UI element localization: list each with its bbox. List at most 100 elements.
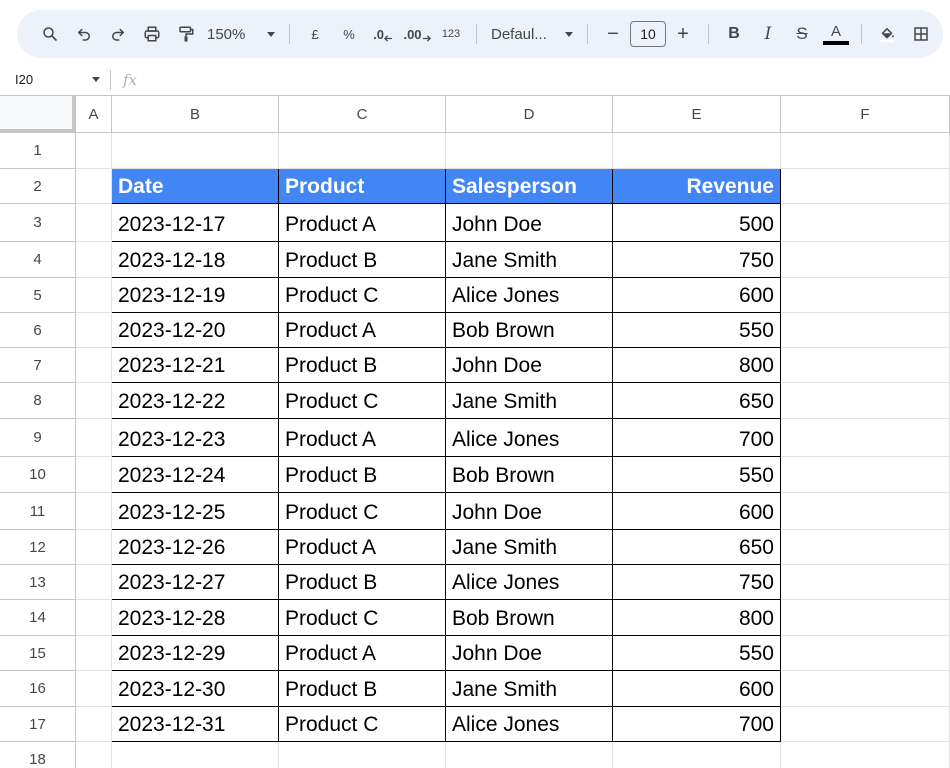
cell-a10[interactable] (76, 457, 112, 493)
cell-c12[interactable]: Product A (279, 530, 446, 565)
strikethrough-button[interactable]: S (785, 18, 819, 50)
increase-font-size-button[interactable]: + (666, 18, 700, 50)
cell-d5[interactable]: Alice Jones (446, 278, 613, 313)
cell-f4[interactable] (781, 242, 950, 278)
cell-c13[interactable]: Product B (279, 565, 446, 600)
zoom-select[interactable]: 150% (203, 18, 281, 50)
cell-e8[interactable]: 650 (613, 383, 781, 419)
cell-f10[interactable] (781, 457, 950, 493)
row-header-5[interactable]: 5 (0, 278, 76, 313)
cell-f15[interactable] (781, 636, 950, 671)
cell-d1[interactable] (446, 133, 613, 169)
more-formats-button[interactable]: 123 (434, 18, 468, 50)
cell-f6[interactable] (781, 313, 950, 348)
cell-c16[interactable]: Product B (279, 671, 446, 707)
cell-b18[interactable] (112, 742, 279, 768)
cell-a8[interactable] (76, 383, 112, 419)
column-header-b[interactable]: B (112, 96, 279, 133)
cell-b4[interactable]: 2023-12-18 (112, 242, 279, 278)
cell-d17[interactable]: Alice Jones (446, 707, 613, 742)
cell-b6[interactable]: 2023-12-20 (112, 313, 279, 348)
column-header-f[interactable]: F (781, 96, 950, 133)
row-header-3[interactable]: 3 (0, 204, 76, 242)
cell-a13[interactable] (76, 565, 112, 600)
cell-e13[interactable]: 750 (613, 565, 781, 600)
row-header-12[interactable]: 12 (0, 530, 76, 565)
row-header-11[interactable]: 11 (0, 493, 76, 530)
cell-c17[interactable]: Product C (279, 707, 446, 742)
cell-a16[interactable] (76, 671, 112, 707)
cell-b11[interactable]: 2023-12-25 (112, 493, 279, 530)
italic-button[interactable]: I (751, 18, 785, 50)
cell-e10[interactable]: 550 (613, 457, 781, 493)
cell-f8[interactable] (781, 383, 950, 419)
row-header-13[interactable]: 13 (0, 565, 76, 600)
cell-f14[interactable] (781, 600, 950, 636)
cell-d3[interactable]: John Doe (446, 204, 613, 242)
cell-f7[interactable] (781, 348, 950, 383)
fill-color-button[interactable] (870, 18, 904, 50)
cell-e12[interactable]: 650 (613, 530, 781, 565)
cell-d6[interactable]: Bob Brown (446, 313, 613, 348)
cell-a2[interactable] (76, 169, 112, 204)
cell-c15[interactable]: Product A (279, 636, 446, 671)
redo-button[interactable] (101, 18, 135, 50)
column-header-e[interactable]: E (613, 96, 781, 133)
cell-a18[interactable] (76, 742, 112, 768)
row-header-6[interactable]: 6 (0, 313, 76, 348)
select-all-corner[interactable] (0, 96, 76, 133)
cell-a9[interactable] (76, 419, 112, 457)
cell-e7[interactable]: 800 (613, 348, 781, 383)
row-header-17[interactable]: 17 (0, 707, 76, 742)
cell-c11[interactable]: Product C (279, 493, 446, 530)
cell-e15[interactable]: 550 (613, 636, 781, 671)
cell-b7[interactable]: 2023-12-21 (112, 348, 279, 383)
row-header-18[interactable]: 18 (0, 742, 76, 768)
print-button[interactable] (135, 18, 169, 50)
row-header-4[interactable]: 4 (0, 242, 76, 278)
format-currency-button[interactable]: £ (298, 18, 332, 50)
row-header-2[interactable]: 2 (0, 169, 76, 204)
cell-c5[interactable]: Product C (279, 278, 446, 313)
cell-c9[interactable]: Product A (279, 419, 446, 457)
cell-b5[interactable]: 2023-12-19 (112, 278, 279, 313)
cell-b1[interactable] (112, 133, 279, 169)
cell-d7[interactable]: John Doe (446, 348, 613, 383)
cell-b10[interactable]: 2023-12-24 (112, 457, 279, 493)
cell-a14[interactable] (76, 600, 112, 636)
cell-a17[interactable] (76, 707, 112, 742)
paint-format-button[interactable] (169, 18, 203, 50)
increase-decimal-button[interactable]: .00 (400, 18, 434, 50)
cell-c4[interactable]: Product B (279, 242, 446, 278)
cell-f12[interactable] (781, 530, 950, 565)
cell-a3[interactable] (76, 204, 112, 242)
row-header-7[interactable]: 7 (0, 348, 76, 383)
cell-e11[interactable]: 600 (613, 493, 781, 530)
cell-a5[interactable] (76, 278, 112, 313)
cell-b13[interactable]: 2023-12-27 (112, 565, 279, 600)
search-menus-button[interactable] (33, 18, 67, 50)
cell-d14[interactable]: Bob Brown (446, 600, 613, 636)
row-header-16[interactable]: 16 (0, 671, 76, 707)
cell-b12[interactable]: 2023-12-26 (112, 530, 279, 565)
cell-e5[interactable]: 600 (613, 278, 781, 313)
cell-d4[interactable]: Jane Smith (446, 242, 613, 278)
cell-f16[interactable] (781, 671, 950, 707)
cell-a12[interactable] (76, 530, 112, 565)
cell-d9[interactable]: Alice Jones (446, 419, 613, 457)
cell-b9[interactable]: 2023-12-23 (112, 419, 279, 457)
cell-c8[interactable]: Product C (279, 383, 446, 419)
cell-e14[interactable]: 800 (613, 600, 781, 636)
cell-d16[interactable]: Jane Smith (446, 671, 613, 707)
cell-d2[interactable]: Salesperson (446, 169, 613, 204)
cell-a11[interactable] (76, 493, 112, 530)
cell-a4[interactable] (76, 242, 112, 278)
cell-e6[interactable]: 550 (613, 313, 781, 348)
cell-d11[interactable]: John Doe (446, 493, 613, 530)
cell-d10[interactable]: Bob Brown (446, 457, 613, 493)
row-header-8[interactable]: 8 (0, 383, 76, 419)
borders-button[interactable] (904, 18, 938, 50)
cell-c14[interactable]: Product C (279, 600, 446, 636)
row-header-14[interactable]: 14 (0, 600, 76, 636)
formula-input[interactable] (137, 66, 950, 94)
